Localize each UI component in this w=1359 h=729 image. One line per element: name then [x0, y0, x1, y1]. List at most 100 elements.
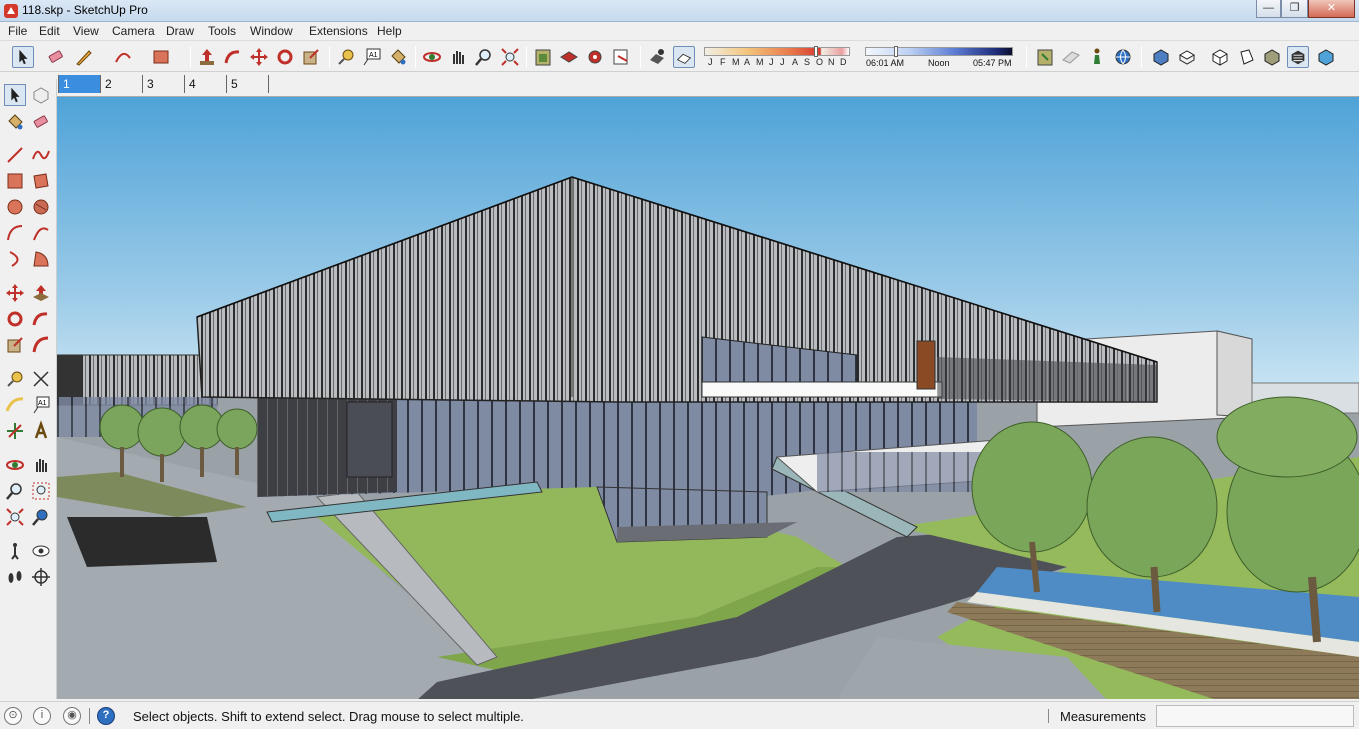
section-plane-icon[interactable] [30, 566, 52, 588]
zoom-icon[interactable] [4, 480, 26, 502]
two-point-arc-icon[interactable] [30, 222, 52, 244]
menu-draw[interactable]: Draw [166, 24, 194, 38]
follow-me-icon[interactable] [30, 308, 52, 330]
arc-icon[interactable] [4, 222, 26, 244]
geo-location-icon[interactable]: ⊙ [4, 707, 22, 725]
move-icon[interactable] [248, 46, 270, 68]
instructor-help-icon[interactable]: ? [97, 707, 115, 725]
menu-extensions[interactable]: Extensions [309, 24, 368, 38]
eraser-icon[interactable] [30, 111, 52, 133]
send-to-layout-icon[interactable] [610, 46, 632, 68]
person-icon[interactable] [1086, 46, 1108, 68]
polygon-icon[interactable] [30, 196, 52, 218]
scale-icon[interactable] [300, 46, 322, 68]
shadows-icon[interactable] [646, 46, 668, 68]
text-icon[interactable]: A1 [30, 394, 52, 416]
extension-warehouse-icon[interactable] [584, 46, 606, 68]
select-icon[interactable] [4, 84, 26, 106]
move-icon[interactable] [4, 282, 26, 304]
follow-me-icon[interactable] [222, 46, 244, 68]
toolbar-separator [415, 46, 416, 68]
front-view-icon[interactable] [1209, 46, 1231, 68]
line-icon[interactable] [4, 144, 26, 166]
zoom-icon[interactable] [473, 46, 495, 68]
protractor-icon[interactable] [4, 394, 26, 416]
pan-icon[interactable] [447, 46, 469, 68]
rotate-icon[interactable] [274, 46, 296, 68]
position-camera-icon[interactable] [4, 540, 26, 562]
zoom-window-icon[interactable] [30, 480, 52, 502]
month-slider-thumb[interactable] [814, 46, 818, 57]
pan-icon[interactable] [30, 454, 52, 476]
menu-edit[interactable]: Edit [39, 24, 60, 38]
eraser-icon[interactable] [45, 46, 67, 68]
paint-bucket-icon[interactable] [4, 111, 26, 133]
menu-file[interactable]: File [8, 24, 27, 38]
xray-icon[interactable] [1315, 46, 1337, 68]
dimension-icon[interactable] [30, 368, 52, 390]
measurements-input[interactable] [1156, 705, 1354, 727]
close-button[interactable]: ✕ [1308, 0, 1355, 18]
minimize-button[interactable]: — [1256, 0, 1281, 18]
section-plane-icon[interactable] [1060, 46, 1082, 68]
look-around-icon[interactable] [30, 540, 52, 562]
iso-view-icon[interactable] [1150, 46, 1172, 68]
tape-measure-icon[interactable] [335, 46, 357, 68]
paint-bucket-icon[interactable] [387, 46, 409, 68]
push-pull-icon[interactable] [30, 282, 52, 304]
rectangle-icon[interactable] [4, 170, 26, 192]
walk-icon[interactable] [4, 566, 26, 588]
model-viewport[interactable] [57, 96, 1359, 699]
zoom-extents-icon[interactable] [499, 46, 521, 68]
pencil-icon[interactable] [73, 46, 95, 68]
rotate-icon[interactable] [4, 308, 26, 330]
circle-icon[interactable] [4, 196, 26, 218]
components-icon[interactable] [558, 46, 580, 68]
menu-help[interactable]: Help [377, 24, 402, 38]
left-view-icon[interactable] [1287, 46, 1309, 68]
time-slider[interactable] [865, 47, 1013, 56]
back-view-icon[interactable] [1261, 46, 1283, 68]
warehouse-icon[interactable] [532, 46, 554, 68]
previous-view-icon[interactable] [30, 506, 52, 528]
select-icon[interactable] [12, 46, 34, 68]
month-slider[interactable] [704, 47, 850, 56]
orbit-icon[interactable] [421, 46, 443, 68]
month-label: M [756, 57, 764, 67]
pie-icon[interactable] [30, 248, 52, 270]
measurements-label: Measurements [1060, 709, 1146, 724]
scale-icon[interactable] [4, 334, 26, 356]
rectangle-icon[interactable] [150, 46, 172, 68]
maximize-button[interactable]: ❐ [1281, 0, 1308, 18]
time-slider-thumb[interactable] [894, 46, 898, 57]
tab-scene-3[interactable]: 3 [142, 75, 184, 93]
geo-icon[interactable] [1112, 46, 1134, 68]
user-account-icon[interactable]: ◉ [63, 707, 81, 725]
rotated-rectangle-icon[interactable] [30, 170, 52, 192]
fog-icon[interactable] [673, 46, 695, 68]
add-location-icon[interactable] [1034, 46, 1056, 68]
text-icon[interactable]: A1 [361, 46, 383, 68]
make-component-icon[interactable] [30, 84, 52, 106]
tab-scene-4[interactable]: 4 [184, 75, 226, 93]
tape-measure-icon[interactable] [4, 368, 26, 390]
menu-tools[interactable]: Tools [208, 24, 236, 38]
menu-camera[interactable]: Camera [112, 24, 155, 38]
menu-view[interactable]: View [73, 24, 99, 38]
right-view-icon[interactable] [1235, 46, 1257, 68]
tab-scene-5[interactable]: 5 [226, 75, 268, 93]
axes-icon[interactable] [4, 420, 26, 442]
zoom-extents-icon[interactable] [4, 506, 26, 528]
credits-icon[interactable]: i [33, 707, 51, 725]
freehand-icon[interactable] [30, 144, 52, 166]
arc-icon[interactable] [112, 46, 134, 68]
3d-text-icon[interactable] [30, 420, 52, 442]
offset-icon[interactable] [30, 334, 52, 356]
orbit-icon[interactable] [4, 454, 26, 476]
push-pull-icon[interactable] [196, 46, 218, 68]
tab-scene-1[interactable]: 1 [58, 75, 100, 93]
three-point-arc-icon[interactable] [4, 248, 26, 270]
tab-scene-2[interactable]: 2 [100, 75, 142, 93]
menu-window[interactable]: Window [250, 24, 293, 38]
top-view-icon[interactable] [1176, 46, 1198, 68]
